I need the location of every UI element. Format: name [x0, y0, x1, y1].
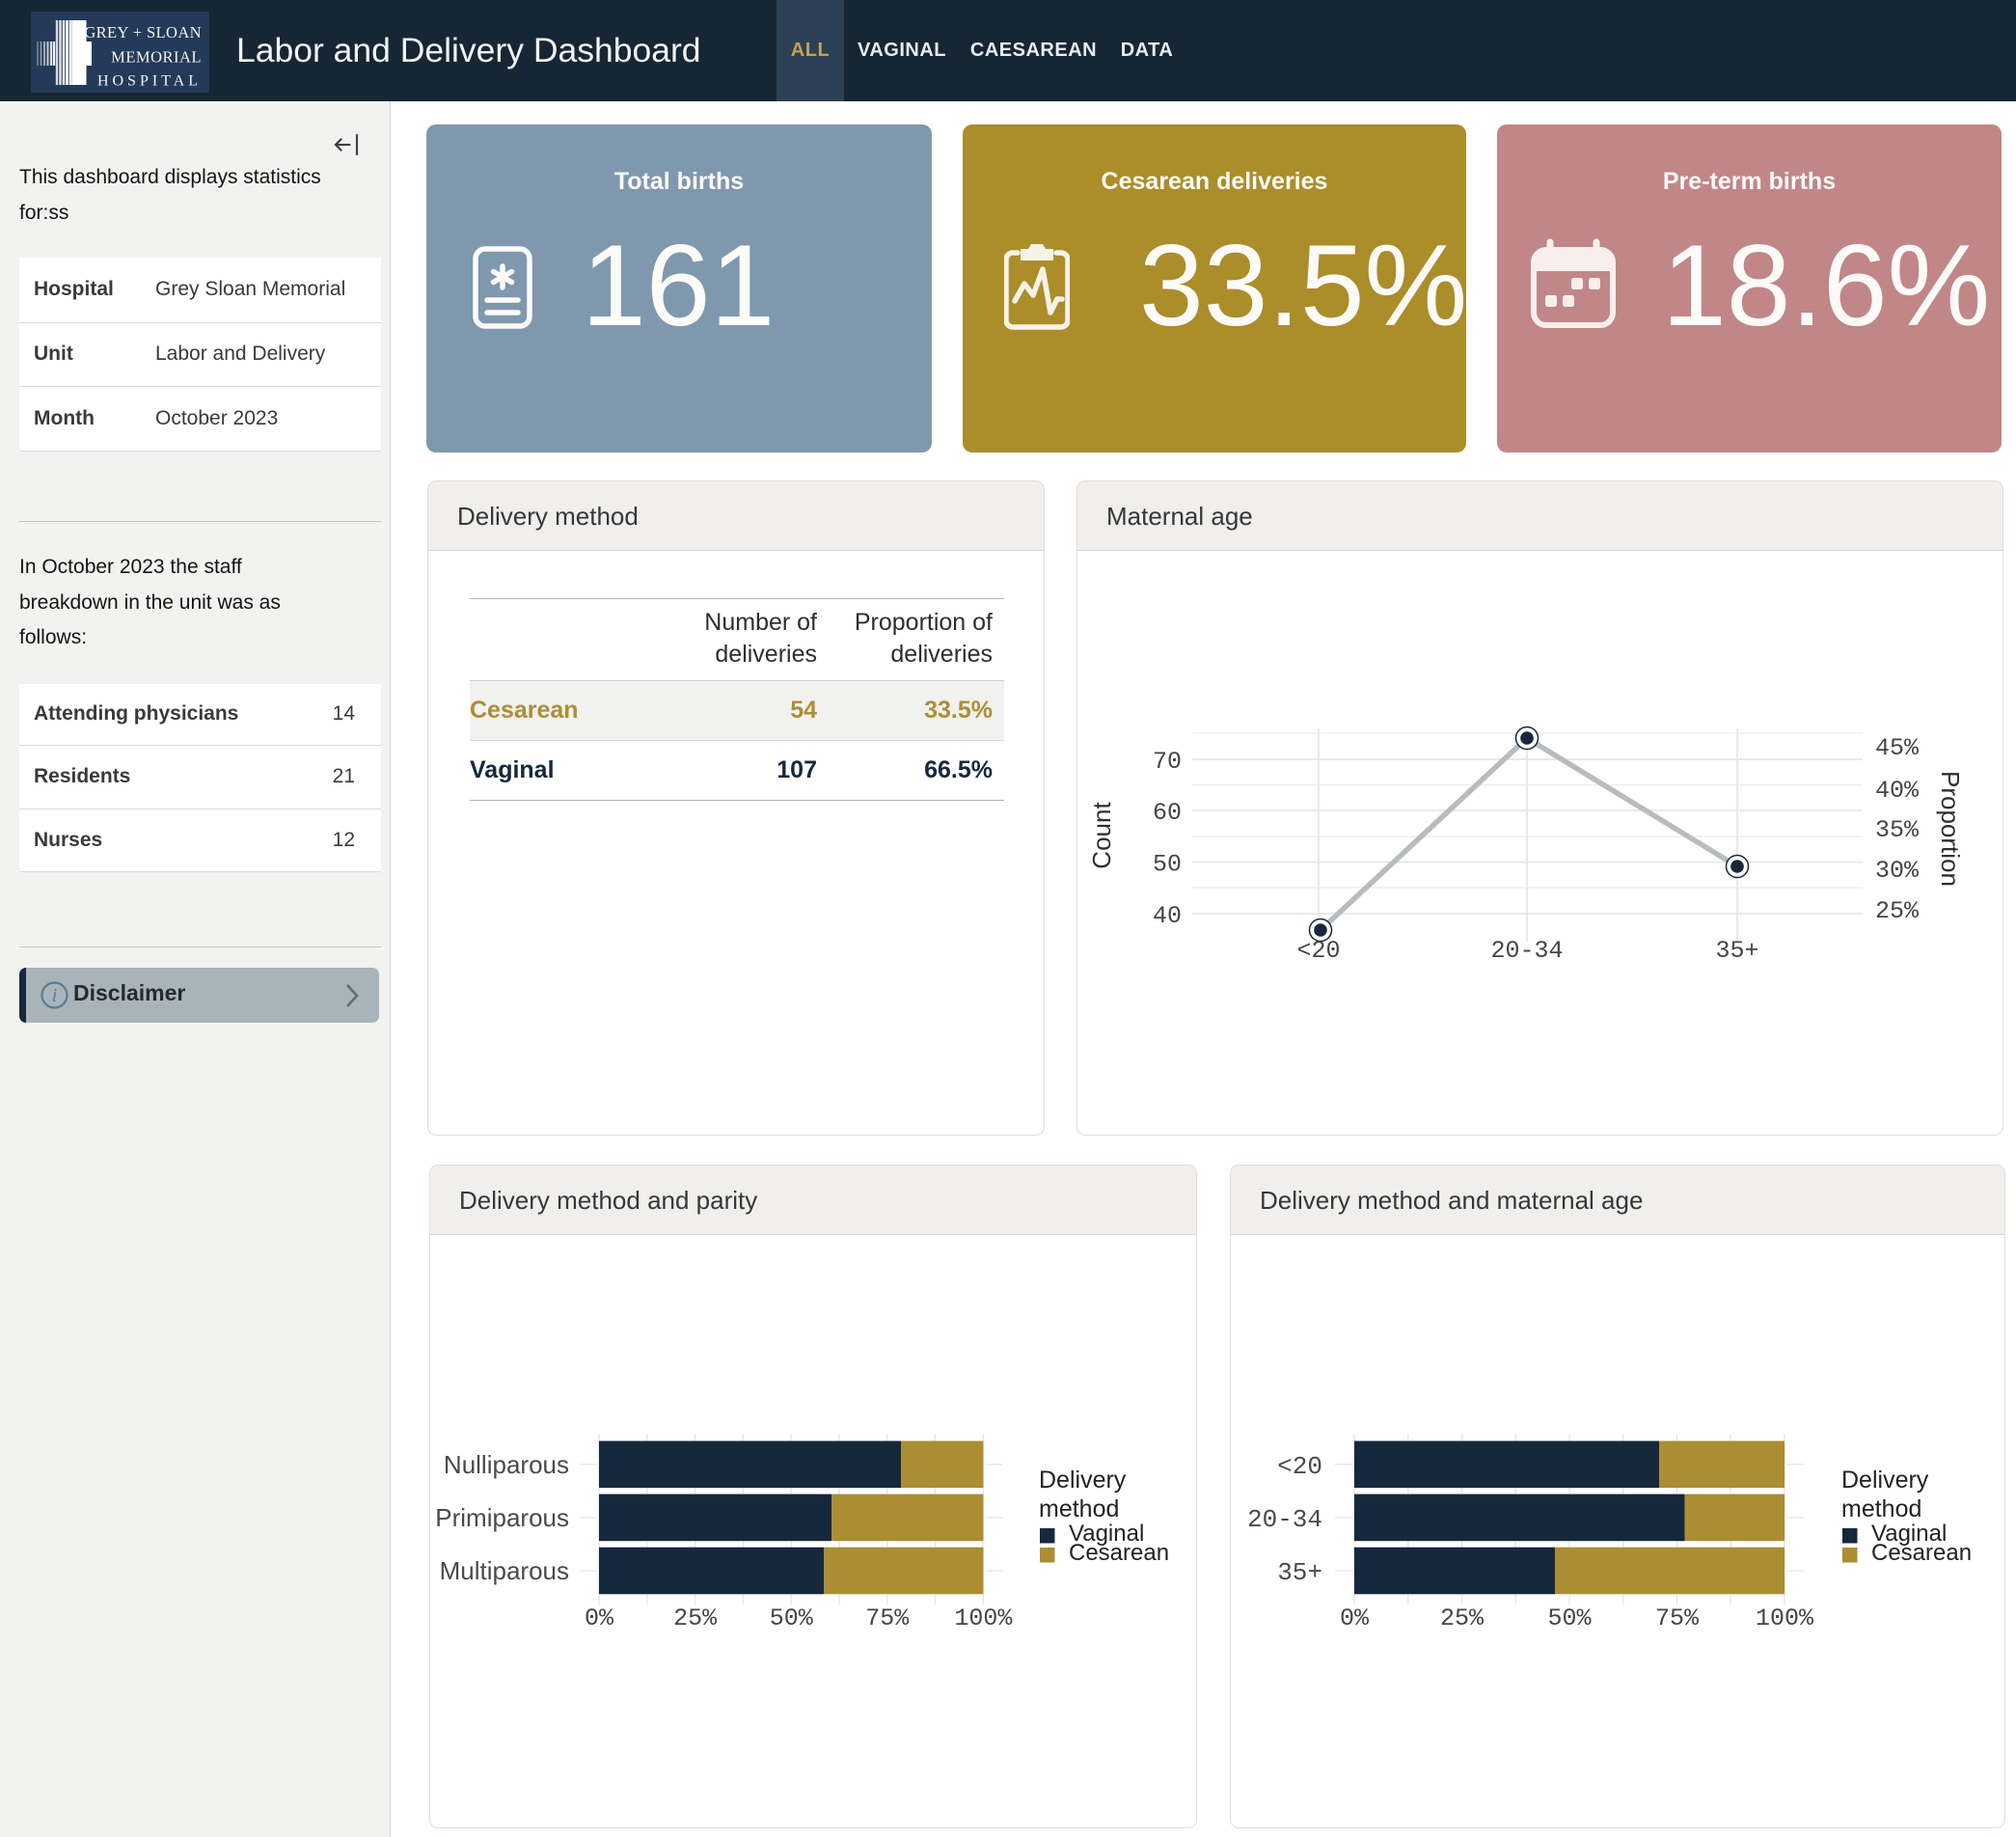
svg-text:50%: 50% [770, 1604, 814, 1632]
svg-text:20-34: 20-34 [1490, 937, 1563, 965]
svg-text:<20: <20 [1296, 937, 1340, 965]
svg-text:100%: 100% [954, 1604, 1013, 1632]
svg-text:Cesarean: Cesarean [1069, 1540, 1169, 1566]
svg-text:100%: 100% [1756, 1604, 1814, 1632]
svg-text:HOSPITAL: HOSPITAL [97, 73, 202, 90]
svg-text:25%: 25% [1440, 1604, 1485, 1632]
svg-text:method: method [1039, 1495, 1119, 1522]
svg-text:75%: 75% [1655, 1604, 1700, 1632]
svg-text:method: method [1841, 1495, 1921, 1522]
svg-text:60: 60 [1153, 799, 1182, 827]
svg-text:35+: 35+ [1277, 1558, 1322, 1587]
svg-text:GREY + SLOAN: GREY + SLOAN [84, 23, 202, 41]
svg-text:75%: 75% [865, 1604, 910, 1632]
svg-text:0%: 0% [585, 1604, 614, 1632]
svg-text:Nulliparous: Nulliparous [444, 1450, 569, 1479]
svg-text:20-34: 20-34 [1247, 1505, 1322, 1534]
svg-text:Count: Count [1087, 802, 1116, 869]
svg-text:40: 40 [1153, 902, 1182, 930]
svg-text:70: 70 [1153, 748, 1182, 776]
svg-text:40%: 40% [1875, 777, 1920, 805]
svg-text:Delivery: Delivery [1039, 1467, 1127, 1494]
svg-text:Multiparous: Multiparous [440, 1556, 569, 1585]
svg-text:25%: 25% [673, 1604, 718, 1632]
svg-text:Primiparous: Primiparous [435, 1503, 569, 1532]
svg-text:35+: 35+ [1715, 937, 1758, 965]
svg-text:50: 50 [1153, 851, 1182, 879]
svg-text:45%: 45% [1875, 734, 1920, 762]
svg-text:<20: <20 [1277, 1452, 1322, 1481]
svg-text:Delivery: Delivery [1841, 1467, 1929, 1494]
svg-text:30%: 30% [1875, 857, 1920, 885]
svg-text:Cesarean: Cesarean [1871, 1540, 1972, 1566]
svg-text:50%: 50% [1547, 1604, 1592, 1632]
svg-text:Proportion: Proportion [1936, 771, 1965, 887]
svg-text:i: i [52, 985, 58, 1006]
svg-text:MEMORIAL: MEMORIAL [111, 48, 202, 67]
svg-text:0%: 0% [1340, 1604, 1370, 1632]
svg-text:35%: 35% [1875, 816, 1920, 844]
svg-text:25%: 25% [1875, 897, 1920, 925]
